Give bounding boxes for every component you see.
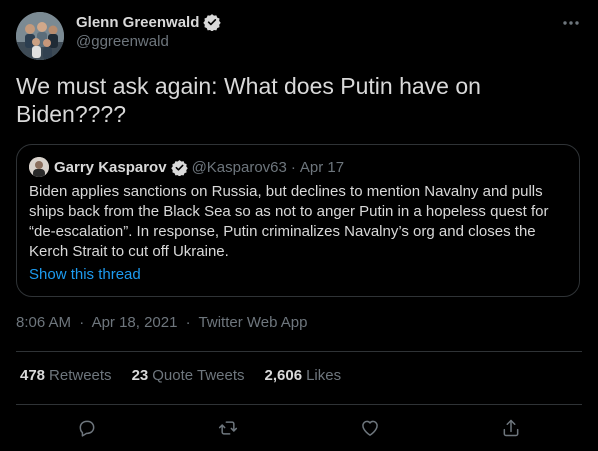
author-handle[interactable]: @ggreenwald — [76, 33, 169, 50]
quote-tweets-stat[interactable]: 23 Quote Tweets — [132, 367, 245, 384]
quoted-tweet-date: Apr 17 — [299, 158, 345, 176]
author-avatar[interactable] — [16, 12, 64, 60]
tweet-source[interactable]: Twitter Web App — [199, 314, 308, 331]
author-name-text[interactable]: Glenn Greenwald — [76, 14, 199, 31]
tweet-metadata: 8:06 AM · Apr 18, 2021 · Twitter Web App — [16, 314, 308, 331]
quoted-author-avatar — [29, 157, 49, 177]
reply-icon[interactable] — [70, 411, 104, 445]
quoted-tweet-header: Garry Kasparov @Kasparov63 · Apr 17 — [54, 157, 344, 177]
quoted-author-name: Garry Kasparov — [54, 158, 167, 176]
tweet-time[interactable]: 8:06 AM — [16, 314, 71, 331]
author-name[interactable]: Glenn Greenwald — [76, 13, 222, 32]
quote-tweets-label: Quote Tweets — [152, 367, 245, 384]
divider — [16, 351, 582, 352]
verified-badge-icon — [170, 159, 188, 176]
show-thread-link[interactable]: Show this thread — [29, 266, 141, 283]
retweet-icon[interactable] — [211, 411, 245, 445]
likes-label: Likes — [306, 367, 342, 384]
more-options-icon[interactable] — [558, 12, 584, 34]
action-bar — [16, 405, 582, 451]
tweet-detail: Glenn Greenwald @ggreenwald We must ask … — [0, 0, 598, 451]
like-icon[interactable] — [353, 411, 387, 445]
meta-separator: · — [185, 314, 191, 331]
likes-stat[interactable]: 2,606 Likes — [265, 367, 342, 384]
share-icon[interactable] — [494, 411, 528, 445]
retweets-count: 478 — [20, 367, 46, 384]
tweet-date[interactable]: Apr 18, 2021 — [92, 314, 178, 331]
tweet-text: We must ask again: What does Putin have … — [16, 73, 481, 127]
retweets-stat[interactable]: 478 Retweets — [20, 367, 112, 384]
verified-badge-icon — [203, 13, 222, 32]
quoted-tweet-text: Biden applies sanctions on Russia, but d… — [29, 183, 549, 260]
retweets-label: Retweets — [49, 367, 112, 384]
likes-count: 2,606 — [264, 367, 303, 384]
meta-separator: · — [79, 314, 85, 331]
engagement-stats: 478 Retweets 23 Quote Tweets 2,606 Likes — [20, 367, 361, 384]
quoted-tweet-card[interactable]: Garry Kasparov @Kasparov63 · Apr 17 Bide… — [16, 144, 580, 297]
quote-tweets-count: 23 — [131, 367, 149, 384]
quoted-separator: · — [290, 158, 296, 176]
quoted-author-handle: @Kasparov63 — [191, 158, 287, 176]
